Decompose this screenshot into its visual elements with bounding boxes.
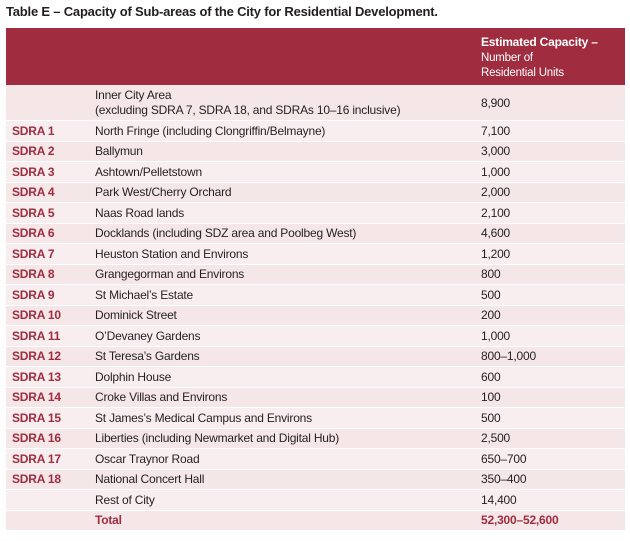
sub-area-name: St James’s Medical Campus and Environs <box>95 410 312 425</box>
sub-area-name: Dominick Street <box>95 308 177 323</box>
sdra-code: SDRA 7 <box>12 246 55 261</box>
sub-area-name: Dolphin House <box>95 369 172 384</box>
capacity-value: 500 <box>481 410 501 425</box>
sdra-code: SDRA 14 <box>12 390 61 405</box>
table-row: SDRA 6 Docklands (including SDZ area and… <box>6 222 625 243</box>
capacity-value: 3,000 <box>481 144 511 159</box>
table-row: SDRA 4 Park West/Cherry Orchard 2,000 <box>6 181 625 202</box>
capacity-value: 650–700 <box>481 451 527 466</box>
sdra-code: SDRA 11 <box>12 328 61 343</box>
sdra-code: SDRA 9 <box>12 287 55 302</box>
sub-area-name: Rest of City <box>95 492 155 507</box>
table-row: Inner City Area (excluding SDRA 7, SDRA 1… <box>6 85 625 120</box>
table-body: Inner City Area (excluding SDRA 7, SDRA 1… <box>6 85 625 530</box>
capacity-value: 100 <box>481 390 501 405</box>
capacity-value: 1,000 <box>481 328 511 343</box>
capacity-value: 800 <box>481 267 501 282</box>
sdra-code: SDRA 4 <box>12 185 55 200</box>
sdra-code: SDRA 8 <box>12 267 55 282</box>
table-row: SDRA 15 St James’s Medical Campus and En… <box>6 407 625 428</box>
capacity-value: 600 <box>481 369 501 384</box>
capacity-value: 2,500 <box>481 431 511 446</box>
capacity-value: 200 <box>481 308 501 323</box>
capacity-value: 14,400 <box>481 492 517 507</box>
sub-area-name: Park West/Cherry Orchard <box>95 185 232 200</box>
capacity-value: 4,600 <box>481 226 511 241</box>
capacity-value: 350–400 <box>481 472 527 487</box>
table-row: SDRA 14 Croke Villas and Environs 100 <box>6 386 625 407</box>
sub-area-name: Ballymun <box>95 144 143 159</box>
sub-area-name: Oscar Traynor Road <box>95 451 200 466</box>
sub-area-name: Ashtown/Pelletstown <box>95 164 202 179</box>
table-row: SDRA 10 Dominick Street 200 <box>6 304 625 325</box>
capacity-value: 500 <box>481 287 501 302</box>
sub-area-name: Heuston Station and Environs <box>95 246 249 261</box>
total-row: Total 52,300–52,600 <box>6 509 625 530</box>
sub-area-name: Naas Road lands <box>95 205 185 220</box>
sdra-code: SDRA 17 <box>12 451 61 466</box>
sdra-code: SDRA 18 <box>12 472 61 487</box>
sdra-code: SDRA 10 <box>12 308 61 323</box>
capacity-value: 1,200 <box>481 246 511 261</box>
sub-area-name: Liberties (including Newmarket and Digit… <box>95 431 340 446</box>
table-row: SDRA 16 Liberties (including Newmarket a… <box>6 427 625 448</box>
sdra-code: SDRA 1 <box>12 123 55 138</box>
total-label: Total <box>95 513 122 528</box>
table-row: SDRA 7 Heuston Station and Environs 1,20… <box>6 243 625 264</box>
sub-area-name: O’Devaney Gardens <box>95 328 201 343</box>
sdra-code: SDRA 6 <box>12 226 55 241</box>
sdra-code: SDRA 13 <box>12 369 61 384</box>
sub-area-name: St Teresa’s Gardens <box>95 349 200 364</box>
sub-area-name: National Concert Hall <box>95 472 205 487</box>
table-row: Rest of City 14,400 <box>6 489 625 510</box>
table-row: SDRA 8 Grangegorman and Environs 800 <box>6 263 625 284</box>
capacity-value: 800–1,000 <box>481 349 536 364</box>
sub-area-name-line2: (excluding SDRA 7, SDRA 18, and SDRAs 10… <box>95 102 401 117</box>
sub-area-name: Docklands (including SDZ area and Poolbe… <box>95 226 357 241</box>
sub-area-name: Grangegorman and Environs <box>95 267 245 282</box>
capacity-column-subtitle: Number of Residential Units <box>481 52 564 79</box>
sub-area-name: Croke Villas and Environs <box>95 390 228 405</box>
sub-area-name: St Michael’s Estate <box>95 287 194 302</box>
capacity-column-title: Estimated Capacity – <box>481 35 598 49</box>
table-row: SDRA 11 O’Devaney Gardens 1,000 <box>6 325 625 346</box>
table-row: SDRA 5 Naas Road lands 2,100 <box>6 202 625 223</box>
table-row: SDRA 9 St Michael’s Estate 500 <box>6 284 625 305</box>
sub-area-name: Inner City Area (excluding SDRA 7, SDRA 1… <box>95 87 401 118</box>
sdra-code: SDRA 15 <box>12 410 61 425</box>
table-title: Table E – Capacity of Sub-areas of the C… <box>6 4 438 19</box>
capacity-table: Estimated Capacity – Number of Residenti… <box>6 28 625 530</box>
sub-area-name-line1: Inner City Area <box>95 87 172 102</box>
sdra-code: SDRA 3 <box>12 164 55 179</box>
capacity-value: 2,100 <box>481 205 511 220</box>
table-row: SDRA 13 Dolphin House 600 <box>6 366 625 387</box>
capacity-value: 1,000 <box>481 164 511 179</box>
sdra-code: SDRA 5 <box>12 205 55 220</box>
table-row: SDRA 17 Oscar Traynor Road 650–700 <box>6 448 625 469</box>
sdra-code: SDRA 2 <box>12 144 55 159</box>
capacity-value: 2,000 <box>481 185 511 200</box>
table-row: SDRA 18 National Concert Hall 350–400 <box>6 468 625 489</box>
capacity-value: 8,900 <box>481 95 511 110</box>
table-row: SDRA 2 Ballymun 3,000 <box>6 140 625 161</box>
table-header: Estimated Capacity – Number of Residenti… <box>6 28 625 85</box>
capacity-value: 7,100 <box>481 123 511 138</box>
sub-area-name: North Fringe (including Clongriffin/Belm… <box>95 123 326 138</box>
table-row: SDRA 12 St Teresa’s Gardens 800–1,000 <box>6 345 625 366</box>
sdra-code: SDRA 12 <box>12 349 61 364</box>
table-row: SDRA 1 North Fringe (including Clongriff… <box>6 120 625 141</box>
table-row: SDRA 3 Ashtown/Pelletstown 1,000 <box>6 161 625 182</box>
total-capacity: 52,300–52,600 <box>481 513 559 528</box>
sdra-code: SDRA 16 <box>12 431 61 446</box>
